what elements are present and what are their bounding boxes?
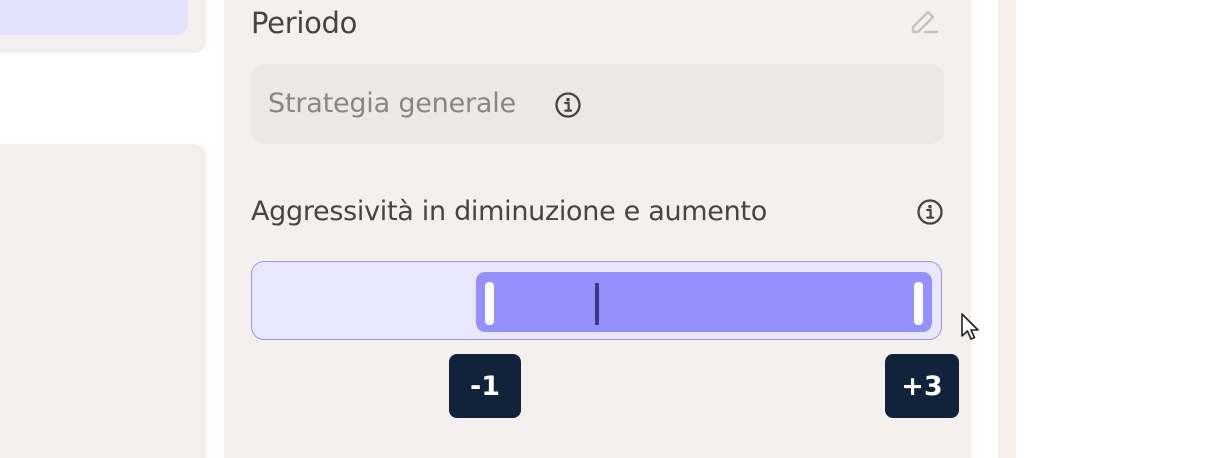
min-value-badge: -1 xyxy=(449,354,521,418)
max-value-badge: +3 xyxy=(885,354,959,418)
slider-handle-max[interactable] xyxy=(914,282,923,325)
page: Periodo Strategia generale Aggressività … xyxy=(0,0,1219,458)
slider-handle-min[interactable] xyxy=(485,282,494,325)
pencil-icon[interactable] xyxy=(907,6,941,40)
selected-left-item[interactable] xyxy=(0,0,188,35)
section-title: Periodo xyxy=(251,6,358,40)
right-divider xyxy=(998,0,1016,458)
slider-center-marker xyxy=(595,283,599,325)
left-card-top xyxy=(0,0,206,53)
info-icon[interactable] xyxy=(916,198,944,226)
mouse-cursor-icon xyxy=(960,312,982,344)
strategy-label: Strategia generale xyxy=(268,88,516,119)
aggressiveness-title: Aggressività in diminuzione e aumento xyxy=(251,196,767,227)
info-icon[interactable] xyxy=(554,91,582,119)
left-card-bottom xyxy=(0,144,206,458)
aggressiveness-slider-range[interactable] xyxy=(476,272,932,332)
